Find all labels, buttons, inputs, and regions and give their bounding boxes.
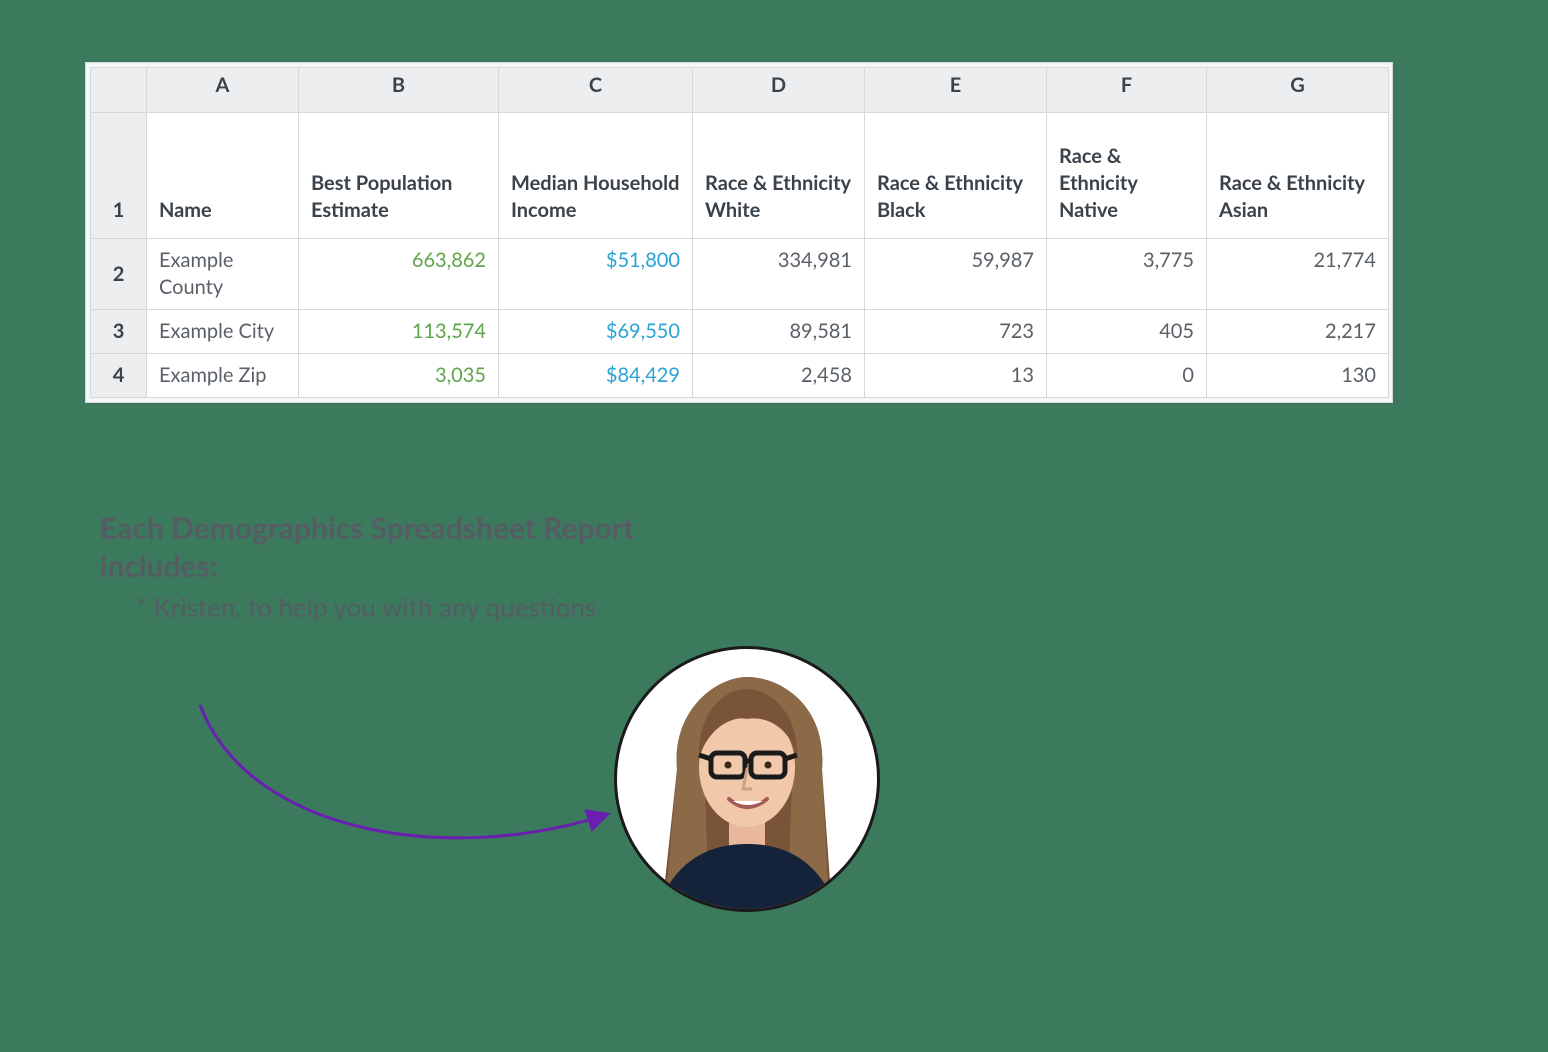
- cell-name: Example County: [147, 239, 299, 310]
- cell-name: Example Zip: [147, 354, 299, 398]
- col-letter-f: F: [1047, 68, 1207, 113]
- table-row: 4 Example Zip 3,035 $84,429 2,458 13 0 1…: [91, 354, 1389, 398]
- row-number: 3: [91, 310, 147, 354]
- col-letter-a: A: [147, 68, 299, 113]
- spreadsheet-table: A B C D E F G 1 Name Best Population Est…: [90, 67, 1389, 398]
- row-number: 2: [91, 239, 147, 310]
- cell-black: 723: [865, 310, 1047, 354]
- col-letter-c: C: [499, 68, 693, 113]
- cell-pop: 113,574: [299, 310, 499, 354]
- header-pop: Best Population Estimate: [299, 113, 499, 239]
- cell-native: 405: [1047, 310, 1207, 354]
- cell-name: Example City: [147, 310, 299, 354]
- header-income: Median Household Income: [499, 113, 693, 239]
- header-name: Name: [147, 113, 299, 239]
- arrow-icon: [190, 695, 620, 875]
- cell-native: 3,775: [1047, 239, 1207, 310]
- caption-title: Each Demographics Spreadsheet Report inc…: [100, 510, 650, 585]
- header-native: Race & Ethnicity Native: [1047, 113, 1207, 239]
- header-white: Race & Ethnicity White: [693, 113, 865, 239]
- corner-cell: [91, 68, 147, 113]
- table-row: 3 Example City 113,574 $69,550 89,581 72…: [91, 310, 1389, 354]
- header-black: Race & Ethnicity Black: [865, 113, 1047, 239]
- cell-native: 0: [1047, 354, 1207, 398]
- cell-income: $51,800: [499, 239, 693, 310]
- col-letter-b: B: [299, 68, 499, 113]
- cell-asian: 21,774: [1207, 239, 1389, 310]
- row-number: 1: [91, 113, 147, 239]
- cell-white: 89,581: [693, 310, 865, 354]
- bullet-text: Kristen, to help you with any questions: [154, 591, 596, 623]
- caption-block: Each Demographics Spreadsheet Report inc…: [100, 510, 650, 625]
- table-header-row: 1 Name Best Population Estimate Median H…: [91, 113, 1389, 239]
- cell-white: 2,458: [693, 354, 865, 398]
- header-asian: Race & Ethnicity Asian: [1207, 113, 1389, 239]
- caption-bullet: * Kristen, to help you with any question…: [136, 591, 650, 625]
- row-number: 4: [91, 354, 147, 398]
- column-letter-row: A B C D E F G: [91, 68, 1389, 113]
- col-letter-e: E: [865, 68, 1047, 113]
- cell-pop: 663,862: [299, 239, 499, 310]
- cell-black: 13: [865, 354, 1047, 398]
- cell-income: $84,429: [499, 354, 693, 398]
- cell-asian: 130: [1207, 354, 1389, 398]
- cell-pop: 3,035: [299, 354, 499, 398]
- table-row: 2 Example County 663,862 $51,800 334,981…: [91, 239, 1389, 310]
- cell-asian: 2,217: [1207, 310, 1389, 354]
- cell-income: $69,550: [499, 310, 693, 354]
- spreadsheet-panel: A B C D E F G 1 Name Best Population Est…: [85, 62, 1393, 403]
- cell-white: 334,981: [693, 239, 865, 310]
- avatar-kristen: [614, 646, 880, 912]
- bullet-prefix: *: [136, 591, 154, 623]
- col-letter-d: D: [693, 68, 865, 113]
- col-letter-g: G: [1207, 68, 1389, 113]
- cell-black: 59,987: [865, 239, 1047, 310]
